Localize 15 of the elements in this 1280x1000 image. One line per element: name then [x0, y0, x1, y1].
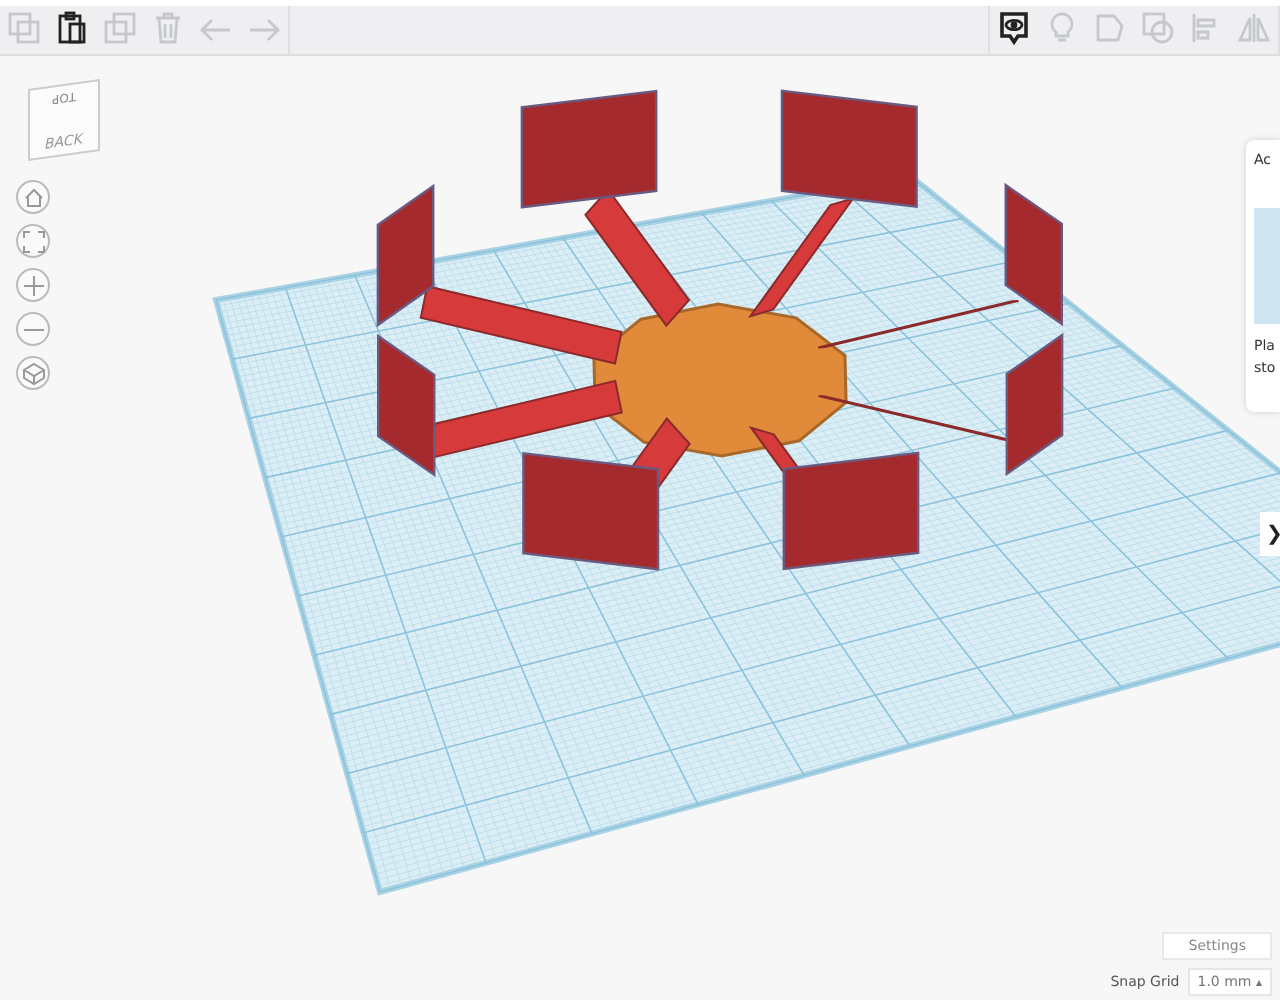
shape-icon	[1092, 10, 1128, 46]
notes-icon	[996, 10, 1032, 46]
preview-picture	[1254, 208, 1280, 324]
perspective-icon[interactable]	[16, 356, 50, 390]
zoom-in-icon[interactable]	[16, 268, 50, 302]
panel-toggle[interactable]: ❯	[1260, 512, 1280, 556]
duplicate-icon	[102, 10, 138, 46]
fit-icon[interactable]	[16, 224, 50, 258]
paste-icon	[54, 10, 90, 46]
zoom-out-icon[interactable]	[16, 312, 50, 346]
home-icon[interactable]	[16, 180, 50, 214]
copy-icon	[6, 10, 42, 46]
delete-icon	[150, 10, 186, 46]
hole-icon	[1140, 10, 1176, 46]
mirror-icon	[1236, 10, 1272, 46]
